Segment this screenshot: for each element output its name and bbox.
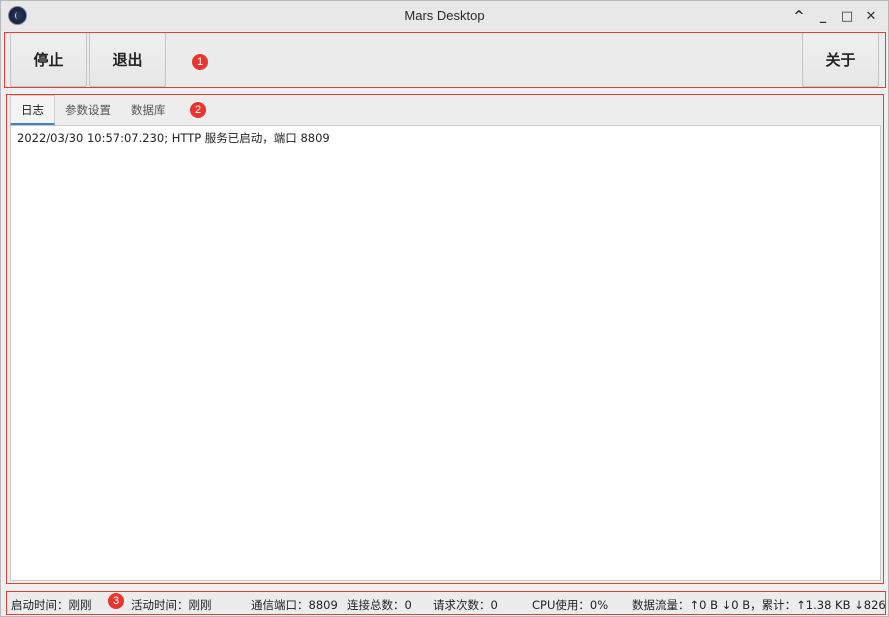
close-icon[interactable]: ✕ xyxy=(862,7,880,25)
window-title: Mars Desktop xyxy=(404,8,485,23)
app-window: Mars Desktop ^ _ □ ✕ 停止 退出 关于 1 日志 参数设置 … xyxy=(0,0,889,617)
annotation-marker-1: 1 xyxy=(192,54,208,70)
annotation-marker-3: 3 xyxy=(108,593,124,609)
title-bar[interactable]: Mars Desktop ^ _ □ ✕ xyxy=(1,1,888,31)
collapse-icon[interactable]: ^ xyxy=(790,7,808,25)
annotation-box-toolbar xyxy=(4,32,886,88)
maximize-icon[interactable]: □ xyxy=(838,7,856,25)
minimize-icon[interactable]: _ xyxy=(814,7,832,25)
annotation-box-statusbar xyxy=(6,591,886,615)
window-controls: ^ _ □ ✕ xyxy=(790,7,880,25)
annotation-box-tabs xyxy=(6,94,884,584)
annotation-marker-2: 2 xyxy=(190,102,206,118)
